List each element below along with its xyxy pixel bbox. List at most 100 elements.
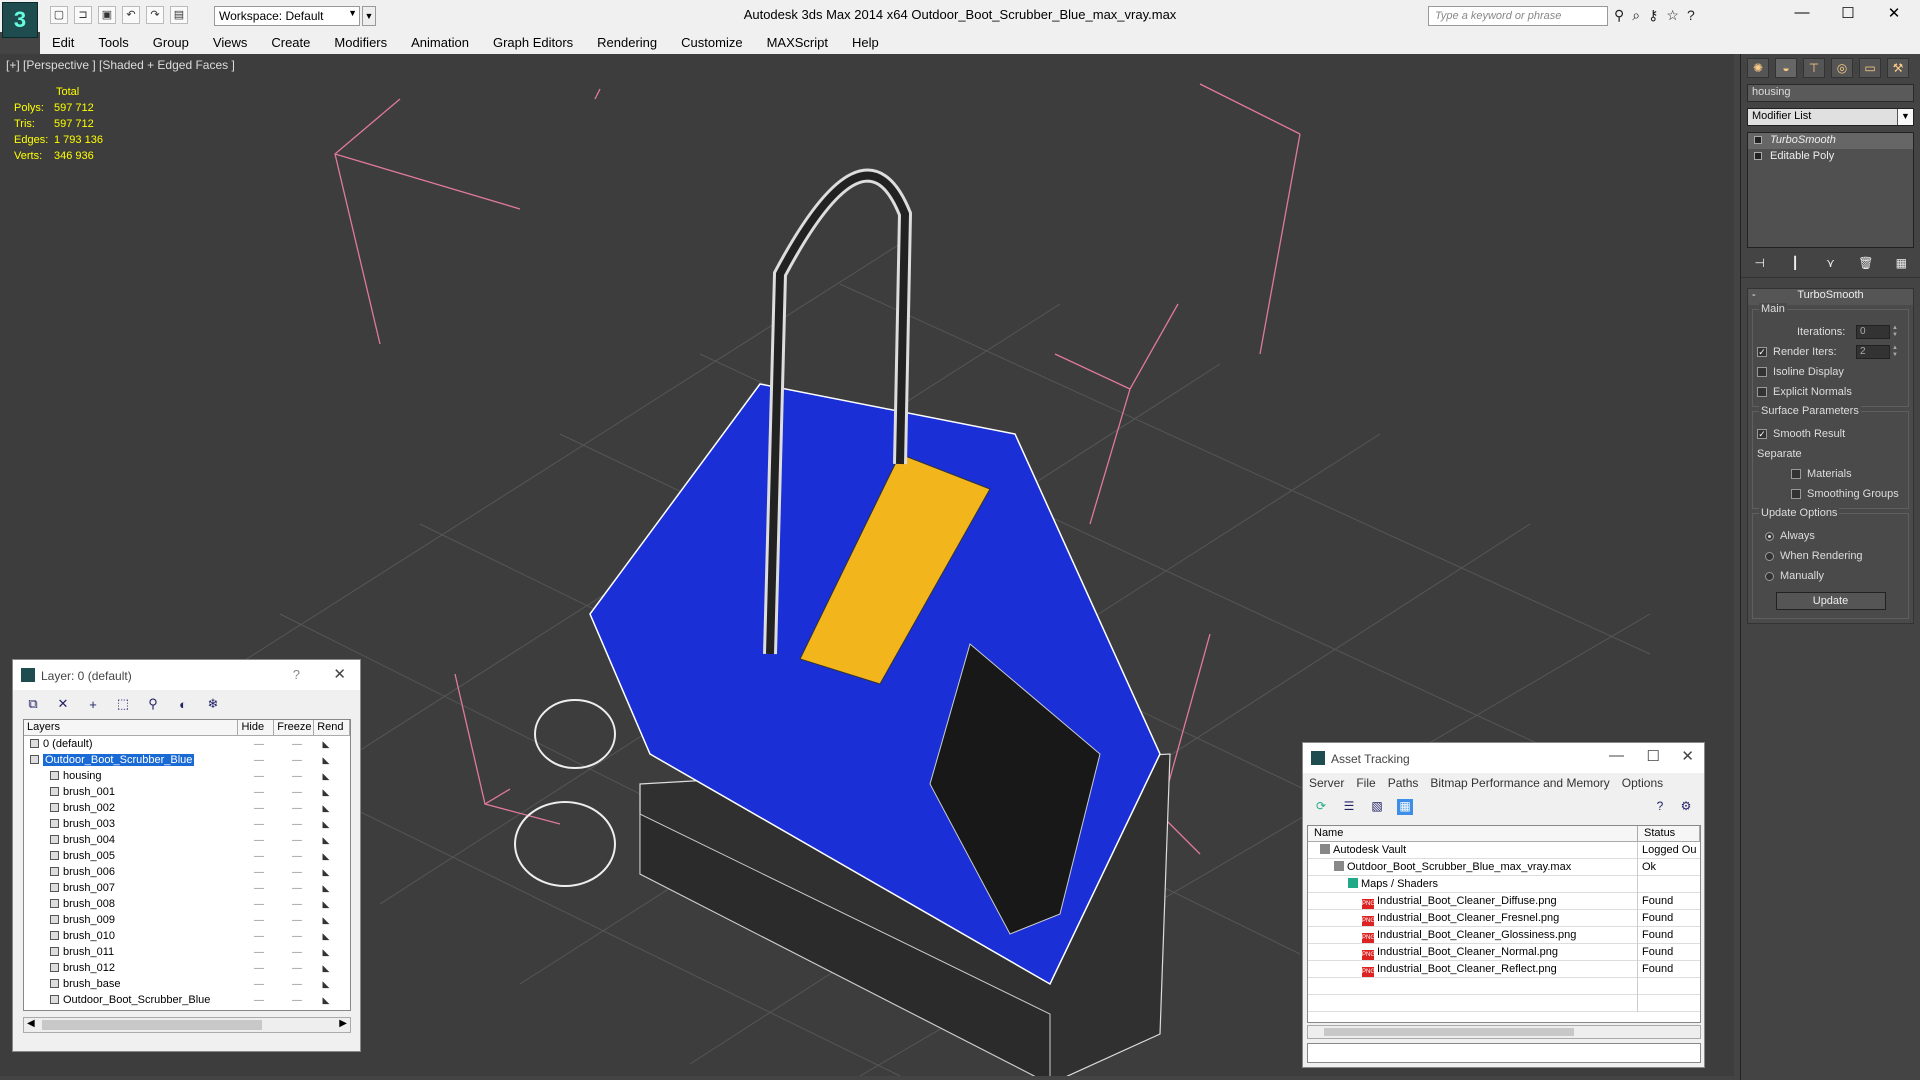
layer-name[interactable]: brush_base <box>63 978 121 990</box>
freeze-toggle-icon[interactable]: — <box>278 739 316 750</box>
layer-row[interactable]: brush_010— — ◣ <box>24 928 350 944</box>
menu-views[interactable]: Views <box>201 32 259 54</box>
layer-window-titlebar[interactable]: Layer: 0 (default) ? ✕ <box>13 660 360 690</box>
hide-toggle-icon[interactable]: — <box>240 835 278 846</box>
layer-name[interactable]: brush_004 <box>63 834 115 846</box>
layer-row[interactable]: Outdoor_Boot_Scrubber_Blue — — ◣ <box>24 752 350 768</box>
manually-radio[interactable] <box>1765 571 1774 581</box>
horizontal-scrollbar[interactable] <box>1307 1025 1701 1039</box>
layer-row[interactable]: brush_004— — ◣ <box>24 832 350 848</box>
asset-tracking-titlebar[interactable]: Asset Tracking — ☐ ✕ <box>1303 743 1704 773</box>
binoculars-icon[interactable]: ⚲ <box>1614 7 1624 24</box>
freeze-toggle-icon[interactable]: — <box>278 819 316 830</box>
minimize-icon[interactable]: — <box>1782 4 1822 21</box>
asset-menu-bitmap[interactable]: Bitmap Performance and Memory <box>1430 776 1609 792</box>
asset-menu-options[interactable]: Options <box>1622 776 1663 792</box>
display-tab-icon[interactable]: ▭ <box>1859 58 1881 78</box>
hide-toggle-icon[interactable]: — <box>240 771 278 782</box>
hide-toggle-icon[interactable]: — <box>240 803 278 814</box>
layer-name[interactable]: brush_006 <box>63 866 115 878</box>
update-button[interactable]: Update <box>1775 592 1886 610</box>
freeze-toggle-icon[interactable]: — <box>278 899 316 910</box>
save-file-icon[interactable]: ▣ <box>98 6 116 24</box>
render-teapot-icon[interactable]: ◣ <box>316 899 336 910</box>
render-teapot-icon[interactable]: ◣ <box>316 947 336 958</box>
freeze-toggle-icon[interactable]: — <box>278 931 316 942</box>
viewport-label[interactable]: [+] [Perspective ] [Shaded + Edged Faces… <box>6 58 235 72</box>
app-logo-button[interactable]: 3 <box>2 2 38 38</box>
hide-all-layers-icon[interactable]: ◐ <box>175 697 191 712</box>
menu-edit[interactable]: Edit <box>40 32 86 54</box>
minimize-icon[interactable]: — <box>1609 747 1624 764</box>
thumbnail-view-icon[interactable]: ▧ <box>1369 799 1385 815</box>
render-teapot-icon[interactable]: ◣ <box>316 835 336 846</box>
redo-icon[interactable]: ↷ <box>146 6 164 24</box>
asset-menu-server[interactable]: Server <box>1309 776 1344 792</box>
hide-toggle-icon[interactable]: — <box>240 963 278 974</box>
hide-toggle-icon[interactable]: — <box>240 899 278 910</box>
menu-help[interactable]: Help <box>840 32 891 54</box>
layer-row[interactable]: brush_008— — ◣ <box>24 896 350 912</box>
pin-stack-icon[interactable]: ⊣ <box>1751 256 1768 274</box>
workspace-dropdown[interactable]: Workspace: Default ▼ <box>214 6 360 26</box>
asset-row[interactable]: Outdoor_Boot_Scrubber_Blue_max_vray.max O… <box>1308 858 1700 876</box>
subscription-icon[interactable]: ⚷ <box>1648 7 1658 24</box>
render-teapot-icon[interactable]: ◣ <box>316 771 336 782</box>
layer-name[interactable]: 0 (default) <box>43 738 93 750</box>
freeze-toggle-icon[interactable]: — <box>278 771 316 782</box>
freeze-toggle-icon[interactable]: — <box>278 851 316 862</box>
layer-name[interactable]: brush_001 <box>63 786 115 798</box>
smoothing-groups-checkbox[interactable] <box>1791 489 1801 499</box>
freeze-toggle-icon[interactable]: — <box>278 883 316 894</box>
hide-toggle-icon[interactable]: — <box>240 739 278 750</box>
column-status[interactable]: Status <box>1638 826 1700 841</box>
explicit-normals-checkbox[interactable] <box>1757 387 1767 397</box>
layer-row[interactable]: Outdoor_Boot_Scrubber_Blue — — ◣ <box>24 992 350 1008</box>
hide-toggle-icon[interactable]: — <box>240 867 278 878</box>
asset-row[interactable]: PNG Industrial_Boot_Cleaner_Diffuse.png Fo… <box>1308 892 1700 910</box>
asset-row[interactable]: Autodesk Vault Logged Ou <box>1308 841 1700 859</box>
layer-name[interactable]: brush_003 <box>63 818 115 830</box>
hide-toggle-icon[interactable]: — <box>240 947 278 958</box>
open-file-icon[interactable]: ⊐ <box>74 6 92 24</box>
menu-modifiers[interactable]: Modifiers <box>322 32 399 54</box>
new-file-icon[interactable]: ▢ <box>50 6 68 24</box>
menu-tools[interactable]: Tools <box>86 32 140 54</box>
render-iters-checkbox[interactable]: ✓ <box>1757 347 1767 357</box>
column-layers[interactable]: Layers <box>24 720 239 735</box>
render-teapot-icon[interactable]: ◣ <box>316 963 336 974</box>
asset-row[interactable]: PNG Industrial_Boot_Cleaner_Fresnel.png Fo… <box>1308 909 1700 927</box>
motion-tab-icon[interactable]: ◎ <box>1831 58 1853 78</box>
scrollbar-thumb[interactable] <box>1324 1028 1574 1036</box>
select-objects-icon[interactable]: ⬚ <box>115 696 131 712</box>
scroll-right-icon[interactable]: ▶ <box>339 1018 347 1029</box>
horizontal-scrollbar[interactable]: ◀ ▶ <box>23 1017 351 1033</box>
freeze-toggle-icon[interactable]: — <box>278 755 316 766</box>
menu-customize[interactable]: Customize <box>669 32 754 54</box>
layer-name[interactable]: brush_009 <box>63 914 115 926</box>
freeze-toggle-icon[interactable]: — <box>278 803 316 814</box>
asset-menu-paths[interactable]: Paths <box>1388 776 1419 792</box>
project-folder-icon[interactable]: ▤ <box>170 6 188 24</box>
column-hide[interactable]: Hide <box>238 720 275 735</box>
asset-row[interactable]: PNG Industrial_Boot_Cleaner_Normal.png Fou… <box>1308 943 1700 961</box>
asset-row[interactable]: PNG Industrial_Boot_Cleaner_Reflect.png Fo… <box>1308 960 1700 978</box>
render-teapot-icon[interactable]: ◣ <box>316 995 336 1006</box>
create-tab-icon[interactable]: ✺ <box>1747 58 1769 78</box>
utilities-tab-icon[interactable]: ⚒ <box>1887 58 1909 78</box>
layer-name[interactable]: housing <box>63 770 102 782</box>
render-teapot-icon[interactable]: ◣ <box>316 819 336 830</box>
column-name[interactable]: Name <box>1308 826 1638 841</box>
make-unique-icon[interactable]: ⋎ <box>1822 256 1839 274</box>
render-teapot-icon[interactable]: ◣ <box>316 803 336 814</box>
freeze-toggle-icon[interactable]: — <box>278 979 316 990</box>
help-icon[interactable]: ? <box>1687 7 1695 24</box>
layer-name[interactable]: brush_005 <box>63 850 115 862</box>
render-teapot-icon[interactable]: ◣ <box>316 867 336 878</box>
search-icon[interactable]: ⌕ <box>1632 7 1640 24</box>
menu-group[interactable]: Group <box>141 32 201 54</box>
close-icon[interactable]: ✕ <box>1874 4 1914 22</box>
menu-animation[interactable]: Animation <box>399 32 481 54</box>
asset-row[interactable]: PNG Industrial_Boot_Cleaner_Glossiness.pn… <box>1308 926 1700 944</box>
highlight-layer-icon[interactable]: ⚲ <box>145 696 161 712</box>
